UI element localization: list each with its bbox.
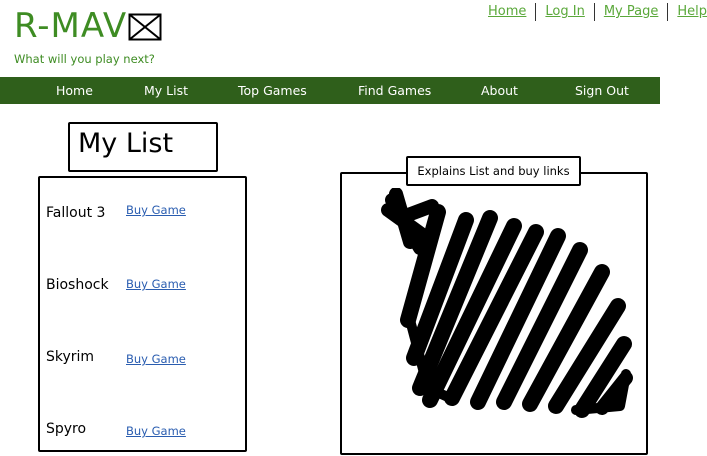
buy-game-link[interactable]: Buy Game — [126, 277, 186, 291]
top-link-home[interactable]: Home — [479, 3, 535, 21]
scribble-placeholder-icon — [381, 188, 633, 418]
placeholder-image-icon — [128, 13, 162, 41]
page-title: My List — [78, 128, 174, 159]
list-item: Skyrim Buy Game — [46, 349, 186, 366]
list-item: Fallout 3 Buy Game — [46, 203, 186, 221]
nav-item-sign-out[interactable]: Sign Out — [575, 77, 629, 104]
main-nav: Home My List Top Games Find Games About … — [0, 77, 660, 104]
game-name: Skyrim — [46, 349, 95, 365]
list-item: Spyro Buy Game — [46, 421, 186, 438]
list-item: Bioshock Buy Game — [46, 277, 186, 293]
top-link-help[interactable]: Help — [667, 3, 707, 21]
buy-game-link[interactable]: Buy Game — [126, 424, 186, 438]
nav-item-home[interactable]: Home — [56, 77, 93, 104]
nav-item-about[interactable]: About — [481, 77, 518, 104]
game-name: Spyro — [46, 421, 87, 437]
top-link-log-in[interactable]: Log In — [535, 3, 593, 21]
top-links: Home Log In My Page Help — [479, 2, 707, 22]
top-link-my-page[interactable]: My Page — [593, 3, 668, 21]
tagline: What will you play next? — [14, 52, 155, 66]
explanation-label: Explains List and buy links — [406, 156, 581, 186]
game-name: Fallout 3 — [46, 205, 106, 221]
buy-game-link[interactable]: Buy Game — [126, 203, 186, 217]
nav-item-top-games[interactable]: Top Games — [238, 77, 307, 104]
game-list: Fallout 3 Buy Game Bioshock Buy Game Sky… — [38, 176, 247, 452]
buy-game-link[interactable]: Buy Game — [126, 352, 186, 366]
nav-item-my-list[interactable]: My List — [144, 77, 188, 104]
site-logo[interactable]: R-MAV — [14, 6, 162, 46]
page-heading-box: My List — [68, 122, 218, 172]
logo-text: R-MAV — [14, 6, 128, 46]
nav-item-find-games[interactable]: Find Games — [358, 77, 431, 104]
game-name: Bioshock — [46, 277, 109, 293]
